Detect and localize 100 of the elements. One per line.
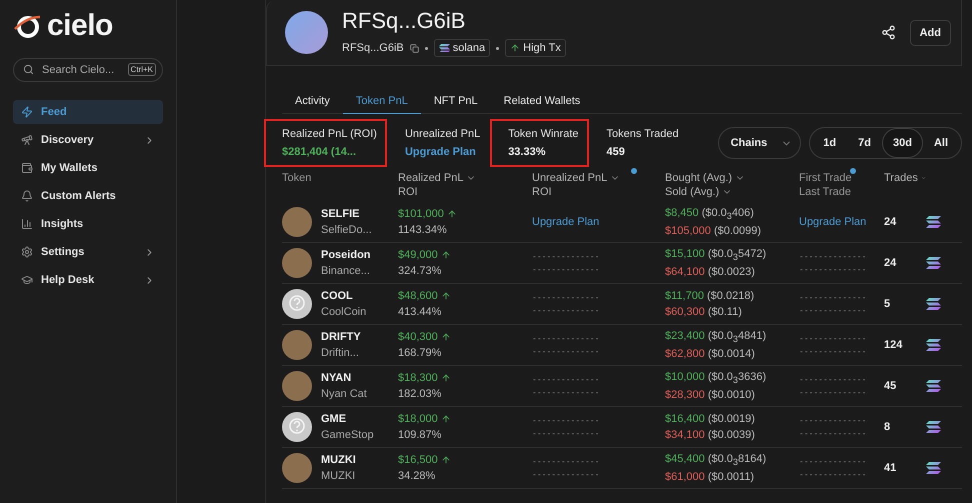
trades-count: 124 bbox=[884, 339, 904, 351]
sidebar-item[interactable]: Help Desk bbox=[13, 268, 163, 292]
token-name: SelfieDo... bbox=[321, 224, 372, 236]
solana-icon bbox=[926, 339, 941, 351]
upgrade-link[interactable]: Upgrade Plan bbox=[404, 146, 480, 158]
bought-amount: $16,400 ($0.0019) bbox=[665, 413, 756, 425]
period-button[interactable]: 30d bbox=[882, 128, 923, 158]
sold-amount: $61,000 ($0.0011) bbox=[665, 471, 756, 484]
hidden-value: -------------- bbox=[799, 265, 868, 274]
stat-label: Unrealized PnL bbox=[404, 128, 480, 140]
realized-pnl: $49,000 bbox=[398, 249, 438, 261]
tab[interactable]: Token PnL bbox=[342, 91, 421, 114]
token-name: Binance... bbox=[321, 265, 371, 277]
hidden-value: -------------- bbox=[799, 429, 868, 438]
hidden-value: -------------- bbox=[799, 334, 868, 343]
sidebar-item[interactable]: Feed bbox=[13, 100, 163, 124]
bought-amount: $11,700 ($0.0218) bbox=[665, 290, 756, 302]
realized-pnl: $48,600 bbox=[398, 290, 438, 302]
arrow-up-icon bbox=[446, 209, 457, 219]
token-symbol: GME bbox=[321, 413, 348, 425]
token-row[interactable]: Poseidon Binance... $49,000 324.73% -------------- -------------- $15,100 ($0.0$_{3}$5472) $64,100 ($0.0023) -------------- -------------- 24 bbox=[282, 243, 962, 284]
stat-label: Tokens Traded bbox=[606, 128, 679, 140]
hidden-value: -------------- bbox=[532, 334, 600, 343]
sidebar-item[interactable]: My Wallets bbox=[13, 156, 163, 180]
trades-count: 45 bbox=[884, 380, 898, 392]
solana-icon bbox=[926, 421, 941, 433]
bought-amount: $45,400 ($0.0$_{3}$8164) bbox=[665, 452, 768, 468]
search-icon bbox=[23, 64, 34, 75]
trades-count: 24 bbox=[884, 257, 898, 269]
column-header[interactable]: Realized PnL bbox=[398, 172, 464, 184]
trades-count: 8 bbox=[884, 421, 892, 433]
sidebar-item[interactable]: Insights bbox=[13, 212, 163, 236]
share-icon[interactable] bbox=[880, 25, 896, 40]
solana-icon bbox=[926, 216, 941, 228]
telescope-icon bbox=[21, 134, 33, 146]
hidden-value: -------------- bbox=[799, 375, 868, 384]
photo-placeholder bbox=[282, 207, 312, 237]
token-symbol: COOL bbox=[321, 290, 354, 302]
unknown-token-icon bbox=[282, 289, 312, 319]
sold-amount: $28,300 ($0.0010) bbox=[665, 389, 756, 402]
token-symbol: DRIFTY bbox=[321, 331, 361, 343]
arrow-up-icon bbox=[440, 414, 451, 424]
hidden-value: -------------- bbox=[799, 347, 868, 356]
solana-icon bbox=[438, 44, 450, 52]
token-row[interactable]: GME GameStop $18,000 109.87% -------------- -------------- $16,400 ($0.0019) $34,100 ($0.0039) -------------- -------------- 8 bbox=[282, 407, 962, 448]
solana-icon bbox=[926, 380, 941, 392]
column-header[interactable]: Unrealized PnL bbox=[532, 172, 608, 184]
chain-name: solana bbox=[452, 42, 486, 54]
token-row[interactable]: SELFIE SelfieDo... $101,000 1143.34% Upgrade Plan $8,450 ($0.0$_{3}$406) $105,000 ($0.0099) Upgrade Plan 24 bbox=[282, 202, 962, 243]
solana-icon bbox=[926, 257, 941, 269]
bell-icon bbox=[21, 190, 33, 202]
photo-placeholder bbox=[282, 330, 312, 360]
column-header[interactable]: ROI bbox=[398, 186, 418, 198]
graduation-cap-icon bbox=[21, 274, 33, 286]
sidebar-item[interactable]: Discovery bbox=[13, 128, 163, 152]
tab[interactable]: Activity bbox=[282, 91, 343, 114]
token-row[interactable]: MUZKI MUZKI $16,500 34.28% -------------- -------------- $45,400 ($0.0$_{3}$8164) $61,000 ($0.0011) -------------- -------------- 41 bbox=[282, 448, 962, 489]
upgrade-link[interactable]: Upgrade Plan bbox=[799, 216, 884, 228]
column-header[interactable]: Bought (Avg.) bbox=[665, 172, 732, 184]
token-row[interactable]: COOL CoolCoin $48,600 413.44% -------------- -------------- $11,700 ($0.0218) $60,300 ($0.11) -------------- -------------- 5 bbox=[282, 284, 962, 325]
hidden-value: -------------- bbox=[532, 347, 600, 356]
column-header[interactable]: Trades bbox=[884, 172, 918, 184]
column-header[interactable]: ROI bbox=[532, 186, 552, 198]
tab[interactable]: Related Wallets bbox=[490, 91, 594, 114]
hidden-value: -------------- bbox=[532, 429, 600, 438]
hidden-value: -------------- bbox=[799, 416, 868, 425]
copy-icon[interactable] bbox=[410, 44, 419, 52]
realized-pnl: $18,000 bbox=[398, 413, 438, 425]
realized-pnl: $16,500 bbox=[398, 454, 438, 466]
bought-amount: $10,000 ($0.0$_{3}$3636) bbox=[665, 370, 768, 386]
sidebar-item[interactable]: Settings bbox=[13, 240, 163, 264]
bought-amount: $15,100 ($0.0$_{3}$5472) bbox=[665, 248, 768, 262]
stat-label: Token Winrate bbox=[508, 128, 578, 140]
arrow-up-icon bbox=[510, 43, 520, 53]
chains-dropdown[interactable]: Chains bbox=[718, 127, 802, 159]
period-button[interactable]: 1d bbox=[812, 128, 848, 158]
sold-amount: $34,100 ($0.0039) bbox=[665, 429, 756, 441]
column-header[interactable]: Sold (Avg.) bbox=[665, 186, 720, 198]
photo-placeholder bbox=[282, 371, 312, 401]
realized-pnl: $101,000 bbox=[398, 208, 444, 220]
tab[interactable]: NFT PnL bbox=[420, 91, 491, 114]
token-row[interactable]: DRIFTY Driftin... $40,300 168.79% -------------- -------------- $23,400 ($0.0$_{3}$4841) $62,800 ($0.0014) -------------- -------------- 124 bbox=[282, 325, 962, 366]
token-row[interactable]: NYAN Nyan Cat $18,300 182.03% -------------- -------------- $10,000 ($0.0$_{3}$3636) $28,300 ($0.0010) -------------- -------------- 45 bbox=[282, 366, 962, 407]
hidden-value: -------------- bbox=[532, 306, 600, 315]
roi-value: 168.79% bbox=[398, 347, 442, 359]
period-button[interactable]: 7d bbox=[847, 128, 882, 158]
realized-pnl: $18,300 bbox=[398, 372, 438, 384]
add-button[interactable]: Add bbox=[910, 20, 951, 46]
hidden-value: -------------- bbox=[799, 306, 868, 315]
hidden-value: -------------- bbox=[532, 375, 600, 384]
sold-amount: $62,800 ($0.0014) bbox=[665, 348, 756, 360]
sidebar-item[interactable]: Custom Alerts bbox=[13, 184, 163, 208]
stat-label: Realized PnL (ROI) bbox=[282, 128, 377, 140]
lightning-icon bbox=[21, 106, 33, 118]
upgrade-link[interactable]: Upgrade Plan bbox=[532, 216, 665, 228]
period-button[interactable]: All bbox=[922, 128, 959, 158]
hidden-value: -------------- bbox=[532, 388, 600, 397]
arrow-up-icon bbox=[440, 332, 451, 342]
arrow-up-icon bbox=[440, 373, 451, 383]
wallet-title: RFSq...G6iB bbox=[342, 8, 466, 34]
